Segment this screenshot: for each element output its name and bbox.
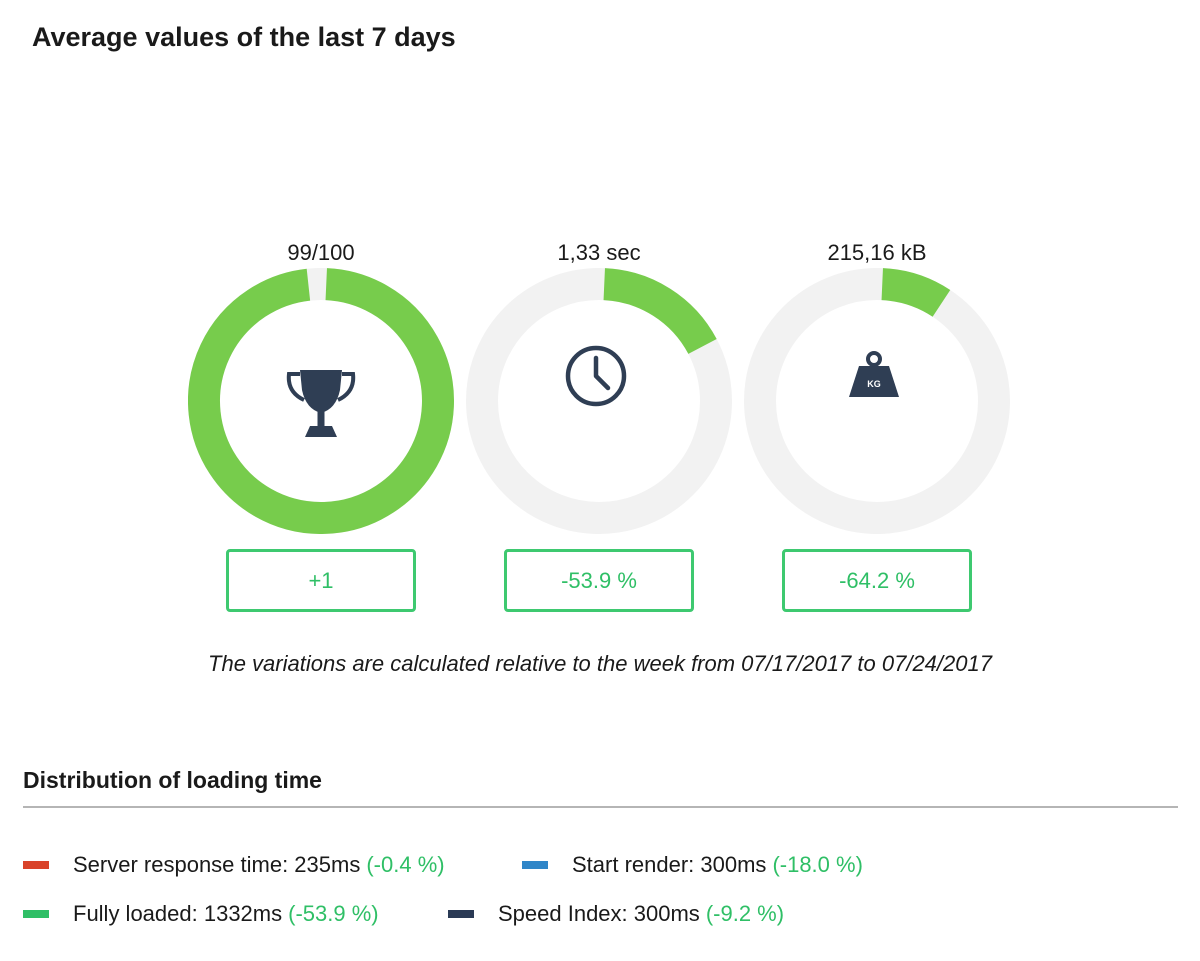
legend-change: (-9.2 %)	[705, 901, 785, 926]
load-time-gauge	[466, 268, 732, 534]
gauge-track	[744, 268, 1010, 534]
server-response-swatch	[23, 861, 49, 869]
page-size-gauge: KG	[744, 268, 1010, 534]
gauge-progress-arc	[603, 268, 717, 355]
page-title: Average values of the last 7 days	[32, 22, 456, 52]
variation-note: The variations are calculated relative t…	[208, 651, 992, 676]
legend-label: Start render: 300ms	[572, 852, 767, 877]
speed-index-swatch	[448, 910, 474, 918]
gauge-progress-arc	[880, 268, 951, 318]
legend-change: (-18.0 %)	[772, 852, 863, 877]
legend-start-render: Start render: 300ms (-18.0 %)	[522, 852, 863, 878]
fully-loaded-swatch	[23, 910, 49, 918]
legend-server-response: Server response time: 235ms (-0.4 %)	[23, 852, 445, 878]
clock-icon	[565, 345, 627, 407]
section-divider	[23, 806, 1178, 808]
svg-text:KG: KG	[867, 379, 881, 389]
score-variation: +1	[226, 549, 416, 612]
legend-label: Fully loaded: 1332ms	[73, 901, 283, 926]
start-render-swatch	[522, 861, 548, 869]
distribution-title: Distribution of loading time	[23, 767, 322, 793]
trophy-icon	[286, 370, 356, 437]
load-time-value: 1,33 sec	[557, 240, 641, 265]
legend-change: (-53.9 %)	[288, 901, 379, 926]
legend-label: Server response time: 235ms	[73, 852, 361, 877]
weight-icon: KG	[849, 351, 899, 397]
page-size-variation: -64.2 %	[782, 549, 972, 612]
load-time-variation: -53.9 %	[504, 549, 694, 612]
legend-label: Speed Index: 300ms	[498, 901, 700, 926]
legend-fully-loaded: Fully loaded: 1332ms (-53.9 %)	[23, 901, 379, 927]
score-gauge	[188, 268, 454, 534]
legend-speed-index: Speed Index: 300ms (-9.2 %)	[448, 901, 784, 927]
score-value: 99/100	[287, 240, 355, 265]
page-size-value: 215,16 kB	[827, 240, 927, 265]
legend-change: (-0.4 %)	[366, 852, 445, 877]
